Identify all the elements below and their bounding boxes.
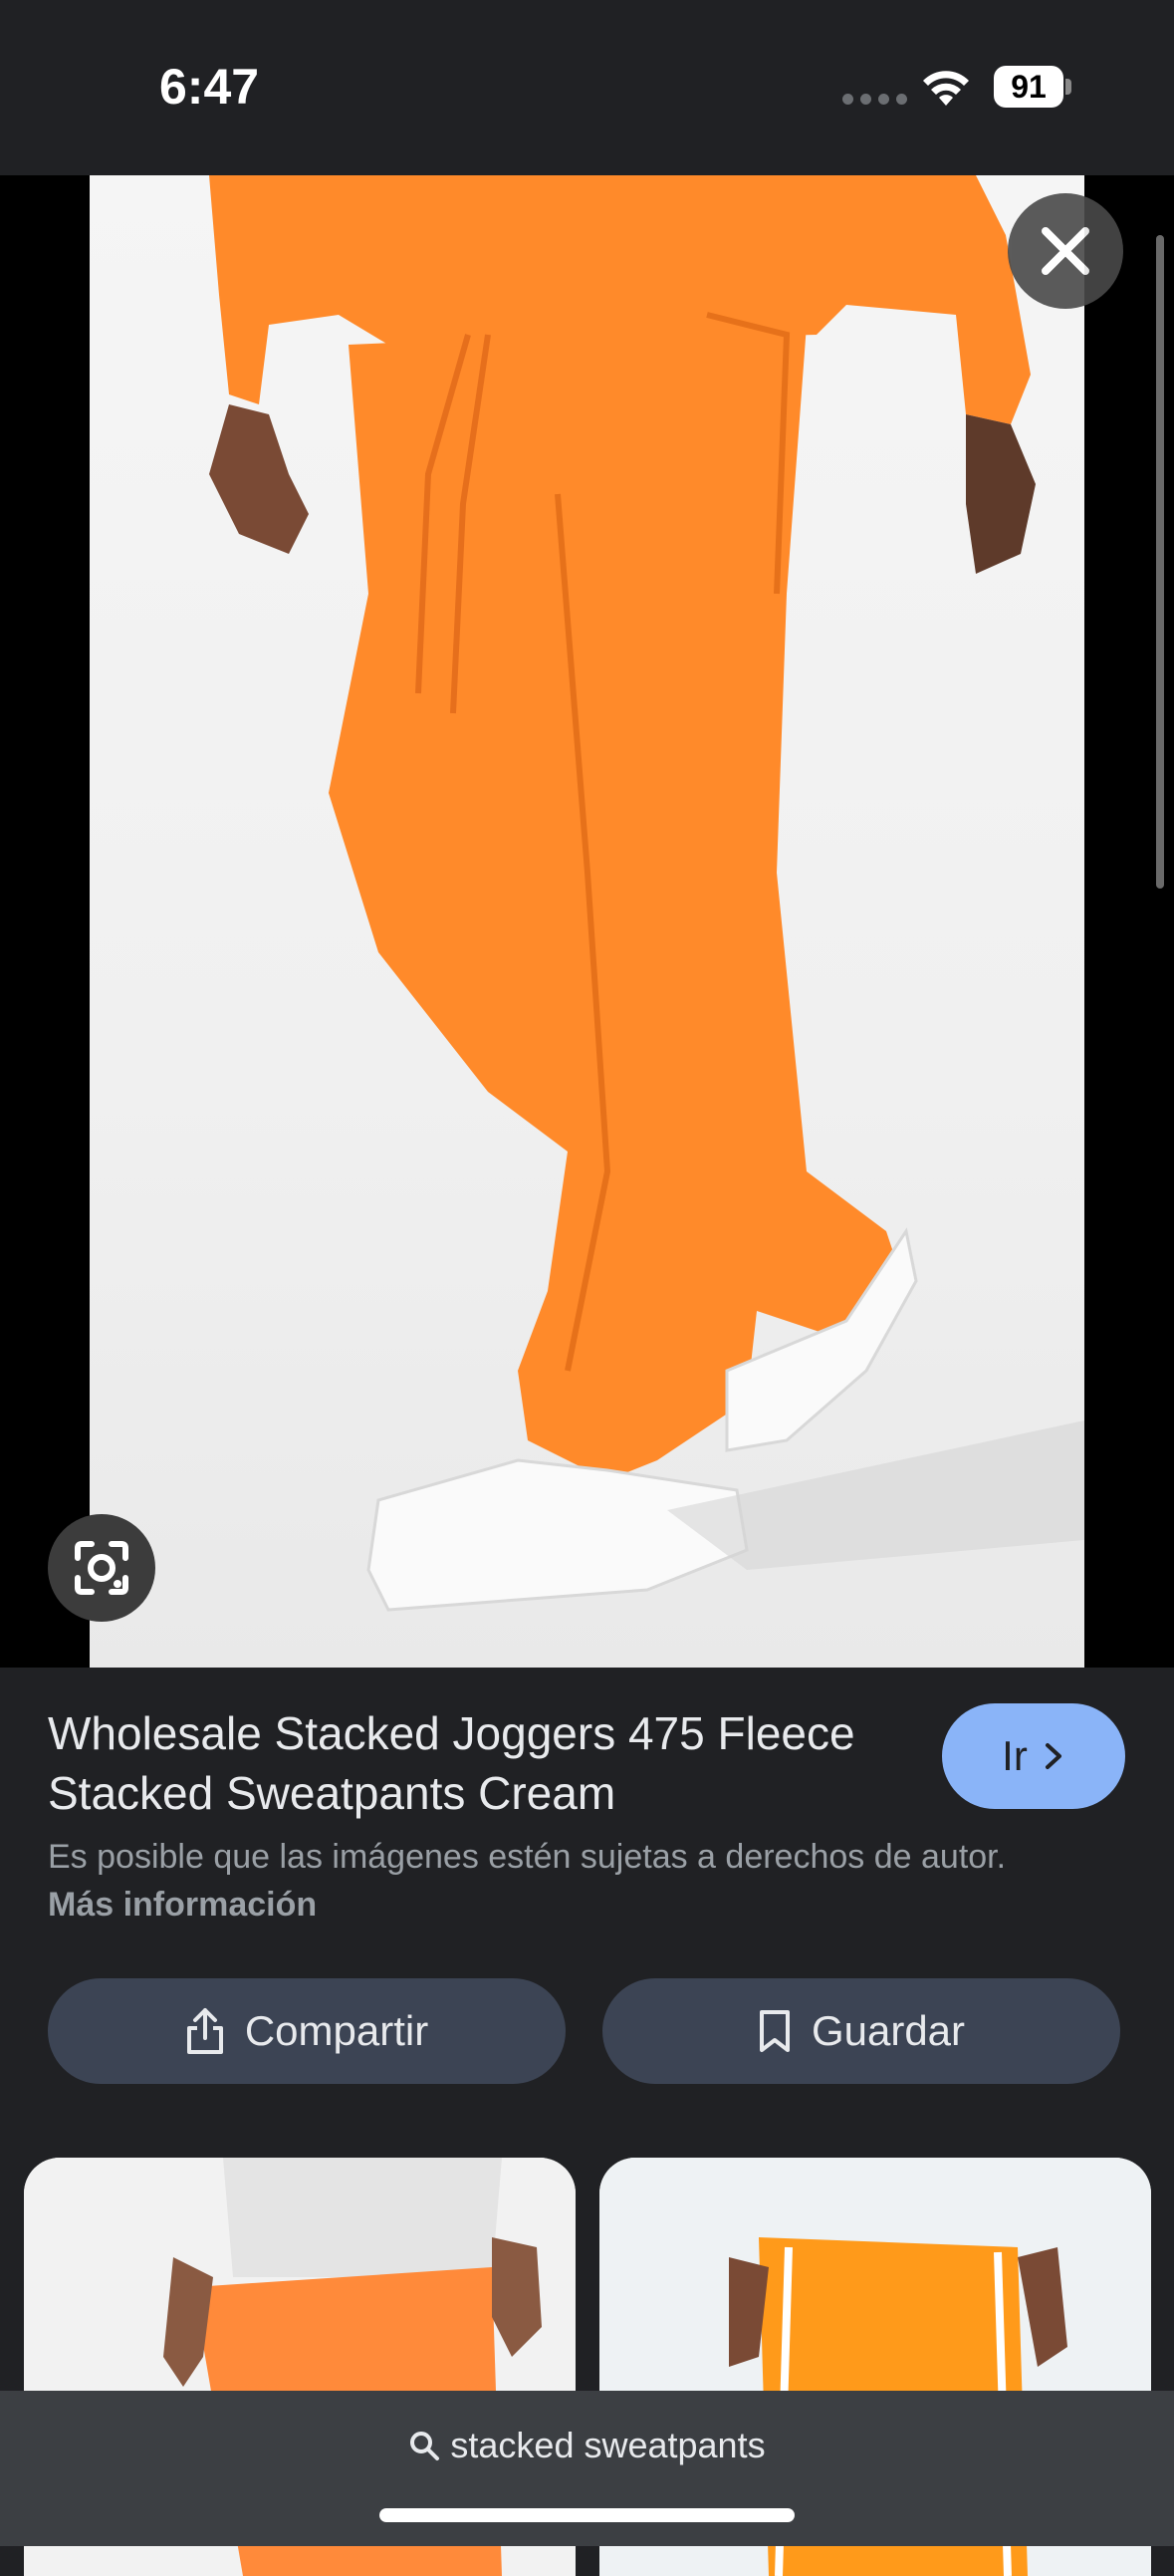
save-button[interactable]: Guardar	[602, 1978, 1120, 2084]
search-query-text: stacked sweatpants	[450, 2425, 766, 2465]
share-button[interactable]: Compartir	[48, 1978, 566, 2084]
status-time: 6:47	[159, 59, 260, 115]
bookmark-icon	[759, 2010, 790, 2052]
home-indicator[interactable]	[379, 2508, 795, 2522]
battery-level: 91	[994, 66, 1063, 108]
orange-sweatpants-photo	[209, 175, 1084, 1612]
copyright-notice: Es posible que las imágenes estén sujeta…	[48, 1833, 1044, 1929]
share-label: Compartir	[244, 2007, 429, 2054]
google-lens-icon	[75, 1541, 128, 1595]
more-info-link[interactable]: Más información	[48, 1886, 317, 1924]
status-bar: 6:47 91	[0, 0, 1174, 175]
battery-icon: 91	[994, 66, 1071, 108]
visit-button-label: Ir	[1002, 1732, 1028, 1779]
wifi-icon	[923, 71, 969, 106]
visit-button[interactable]: Ir	[942, 1703, 1125, 1809]
copyright-text: Es posible que las imágenes estén sujeta…	[48, 1838, 1007, 1876]
search-query[interactable]: stacked sweatpants	[0, 2425, 1174, 2466]
google-lens-button[interactable]	[48, 1514, 155, 1622]
product-image[interactable]	[90, 175, 1084, 1668]
result-title[interactable]: Wholesale Stacked Joggers 475 Fleece Sta…	[48, 1703, 904, 1823]
image-viewer[interactable]	[0, 175, 1174, 1668]
scrollbar[interactable]	[1156, 235, 1164, 889]
search-icon	[410, 2432, 440, 2460]
save-label: Guardar	[811, 2007, 966, 2054]
share-icon	[186, 2008, 223, 2054]
chevron-right-icon	[1045, 1743, 1061, 1769]
close-button[interactable]	[1008, 193, 1123, 309]
cellular-signal-icon	[842, 94, 907, 105]
bottom-search-bar: stacked sweatpants	[0, 2391, 1174, 2546]
close-icon	[1042, 227, 1089, 275]
